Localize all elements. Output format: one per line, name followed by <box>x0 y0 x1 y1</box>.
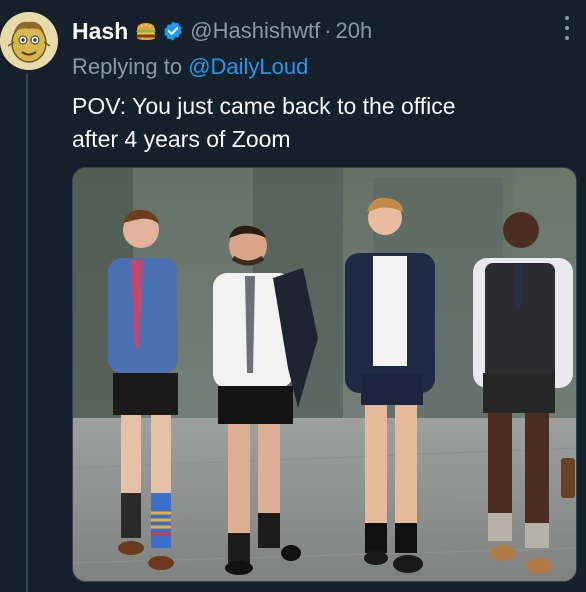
tweet-text-line: POV: You just came back to the office <box>72 93 456 119</box>
burger-emoji-icon <box>134 19 158 43</box>
tweet-media-photo[interactable] <box>72 167 577 582</box>
tweet-header: Hash @Hashishwtf · 20h <box>72 14 372 48</box>
author-handle[interactable]: @Hashishwtf <box>190 18 320 44</box>
replying-to-line: Replying to @DailyLoud <box>72 54 308 80</box>
tweet-timestamp[interactable]: 20h <box>336 18 373 44</box>
reply-target-link[interactable]: @DailyLoud <box>188 54 308 79</box>
replying-to-label: Replying to <box>72 54 189 79</box>
tweet-text: POV: You just came back to the office af… <box>72 90 572 156</box>
display-name[interactable]: Hash <box>72 18 128 45</box>
thread-connector-line <box>26 74 28 592</box>
tweet-text-line: after 4 years of Zoom <box>72 126 291 152</box>
author-avatar[interactable] <box>0 12 58 70</box>
verified-badge-icon <box>162 20 184 42</box>
more-options-icon[interactable] <box>562 16 572 40</box>
separator-dot: · <box>324 18 332 43</box>
